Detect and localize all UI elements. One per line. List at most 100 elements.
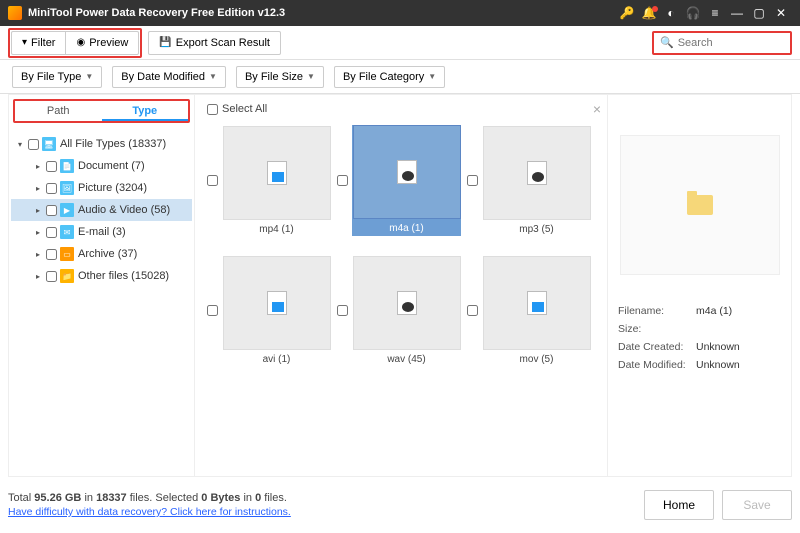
help-link[interactable]: Have difficulty with data recovery? Clic… [8,506,291,518]
file-checkbox[interactable] [337,175,348,186]
highlight-box-filter-preview: ▾ Filter ◉ Preview [8,28,142,58]
sidebar-tabs: Path Type [13,99,190,123]
key-icon[interactable]: 🔑 [616,6,638,20]
filter-file-category[interactable]: By File Category▼ [334,66,445,88]
tree-item-label: Document (7) [78,160,145,172]
grid-item[interactable]: mp4 (1) [207,125,331,236]
chevron-right-icon: ▸ [33,184,43,193]
file-grid-area: Select All × mp4 (1) m4a (1) [195,95,607,476]
tree-item-document[interactable]: ▸ 📄 Document (7) [11,155,192,177]
main-area: Path Type ▾ 🖥 All File Types (18337) ▸ 📄… [8,94,792,477]
grid-item[interactable]: wav (45) [337,256,461,365]
tab-path[interactable]: Path [15,101,102,121]
select-all-checkbox[interactable] [207,104,218,115]
tree-item-audio-video[interactable]: ▸ ▶ Audio & Video (58) [11,199,192,221]
preview-pane: Filename:m4a (1) Size: Date Created:Unkn… [607,95,791,476]
tree-checkbox[interactable] [46,205,57,216]
tree-item-picture[interactable]: ▸ 🖼 Picture (3204) [11,177,192,199]
footer: Total 95.26 GB in 18337 files. Selected … [8,483,792,527]
save-icon: 💾 [159,37,171,48]
file-checkbox[interactable] [337,305,348,316]
label-size: Size: [618,323,696,335]
minimize-icon[interactable]: — [726,6,748,20]
globe-icon[interactable]: ◐ [660,6,682,20]
select-all-row: Select All [203,101,599,121]
window-title: MiniTool Power Data Recovery Free Editio… [28,7,616,19]
tab-type[interactable]: Type [102,101,189,121]
filter-file-type[interactable]: By File Type▼ [12,66,102,88]
grid-item[interactable]: avi (1) [207,256,331,365]
tree-item-label: E-mail (3) [78,226,126,238]
tree-item-label: Audio & Video (58) [78,204,170,216]
export-label: Export Scan Result [176,37,270,49]
archive-icon: ▭ [60,247,74,261]
chevron-down-icon: ▾ [15,140,25,149]
file-label: wav (45) [387,354,425,365]
tree: ▾ 🖥 All File Types (18337) ▸ 📄 Document … [9,127,194,293]
grid-item-selected[interactable]: m4a (1) [337,125,461,236]
titlebar: MiniTool Power Data Recovery Free Editio… [0,0,800,26]
eye-icon: ◉ [76,37,85,48]
headset-icon[interactable]: 🎧 [682,6,704,20]
filter-label: Filter [31,37,55,49]
filter-row: By File Type▼ By Date Modified▼ By File … [0,60,800,94]
preview-button[interactable]: ◉ Preview [65,31,139,55]
tree-checkbox[interactable] [46,161,57,172]
funnel-icon: ▾ [22,37,27,48]
grid-item[interactable]: mov (5) [467,256,591,365]
filter-file-size[interactable]: By File Size▼ [236,66,324,88]
tree-item-label: Archive (37) [78,248,137,260]
sidebar: Path Type ▾ 🖥 All File Types (18337) ▸ 📄… [9,95,195,476]
menu-icon[interactable]: ≡ [704,6,726,20]
chevron-down-icon: ▼ [307,72,315,81]
save-button[interactable]: Save [722,490,792,520]
filter-button[interactable]: ▾ Filter [11,31,65,55]
preview-details: Filename:m4a (1) Size: Date Created:Unkn… [618,305,781,377]
tree-root-checkbox[interactable] [28,139,39,150]
file-checkbox[interactable] [467,175,478,186]
toolbar: ▾ Filter ◉ Preview 💾 Export Scan Result … [0,26,800,60]
tree-checkbox[interactable] [46,227,57,238]
bell-icon[interactable]: 🔔 [638,6,660,20]
file-checkbox[interactable] [207,175,218,186]
file-label: m4a (1) [389,223,423,234]
preview-label: Preview [89,37,128,49]
tree-root[interactable]: ▾ 🖥 All File Types (18337) [11,133,192,155]
chevron-right-icon: ▸ [33,272,43,281]
tree-item-email[interactable]: ▸ ✉ E-mail (3) [11,221,192,243]
tree-checkbox[interactable] [46,183,57,194]
mail-icon: ✉ [60,225,74,239]
grid-item[interactable]: mp3 (5) [467,125,591,236]
search-input[interactable] [678,37,784,49]
chevron-right-icon: ▸ [33,162,43,171]
tree-item-archive[interactable]: ▸ ▭ Archive (37) [11,243,192,265]
close-panel-icon[interactable]: × [593,101,601,117]
tree-item-other[interactable]: ▸ 📁 Other files (15028) [11,265,192,287]
tree-checkbox[interactable] [46,249,57,260]
picture-icon: 🖼 [60,181,74,195]
maximize-icon[interactable]: ▢ [748,6,770,20]
file-label: mp3 (5) [519,224,553,235]
app-logo [8,6,22,20]
file-checkbox[interactable] [207,305,218,316]
close-icon[interactable]: ✕ [770,6,792,20]
tree-checkbox[interactable] [46,271,57,282]
file-icon [267,291,287,315]
export-button[interactable]: 💾 Export Scan Result [148,31,281,55]
filter-date-modified[interactable]: By Date Modified▼ [112,66,226,88]
file-icon [397,160,417,184]
home-button[interactable]: Home [644,490,714,520]
search-icon: 🔍 [660,36,674,49]
file-icon [397,291,417,315]
chevron-down-icon: ▼ [209,72,217,81]
tree-root-label: All File Types (18337) [60,138,166,150]
tree-item-label: Other files (15028) [78,270,169,282]
file-icon [267,161,287,185]
file-grid: mp4 (1) m4a (1) mp3 (5) [203,121,599,369]
file-checkbox[interactable] [467,305,478,316]
label-filename: Filename: [618,305,696,317]
label-modified: Date Modified: [618,359,696,371]
chevron-right-icon: ▸ [33,228,43,237]
monitor-icon: 🖥 [42,137,56,151]
highlight-box-search: 🔍 [652,31,792,55]
